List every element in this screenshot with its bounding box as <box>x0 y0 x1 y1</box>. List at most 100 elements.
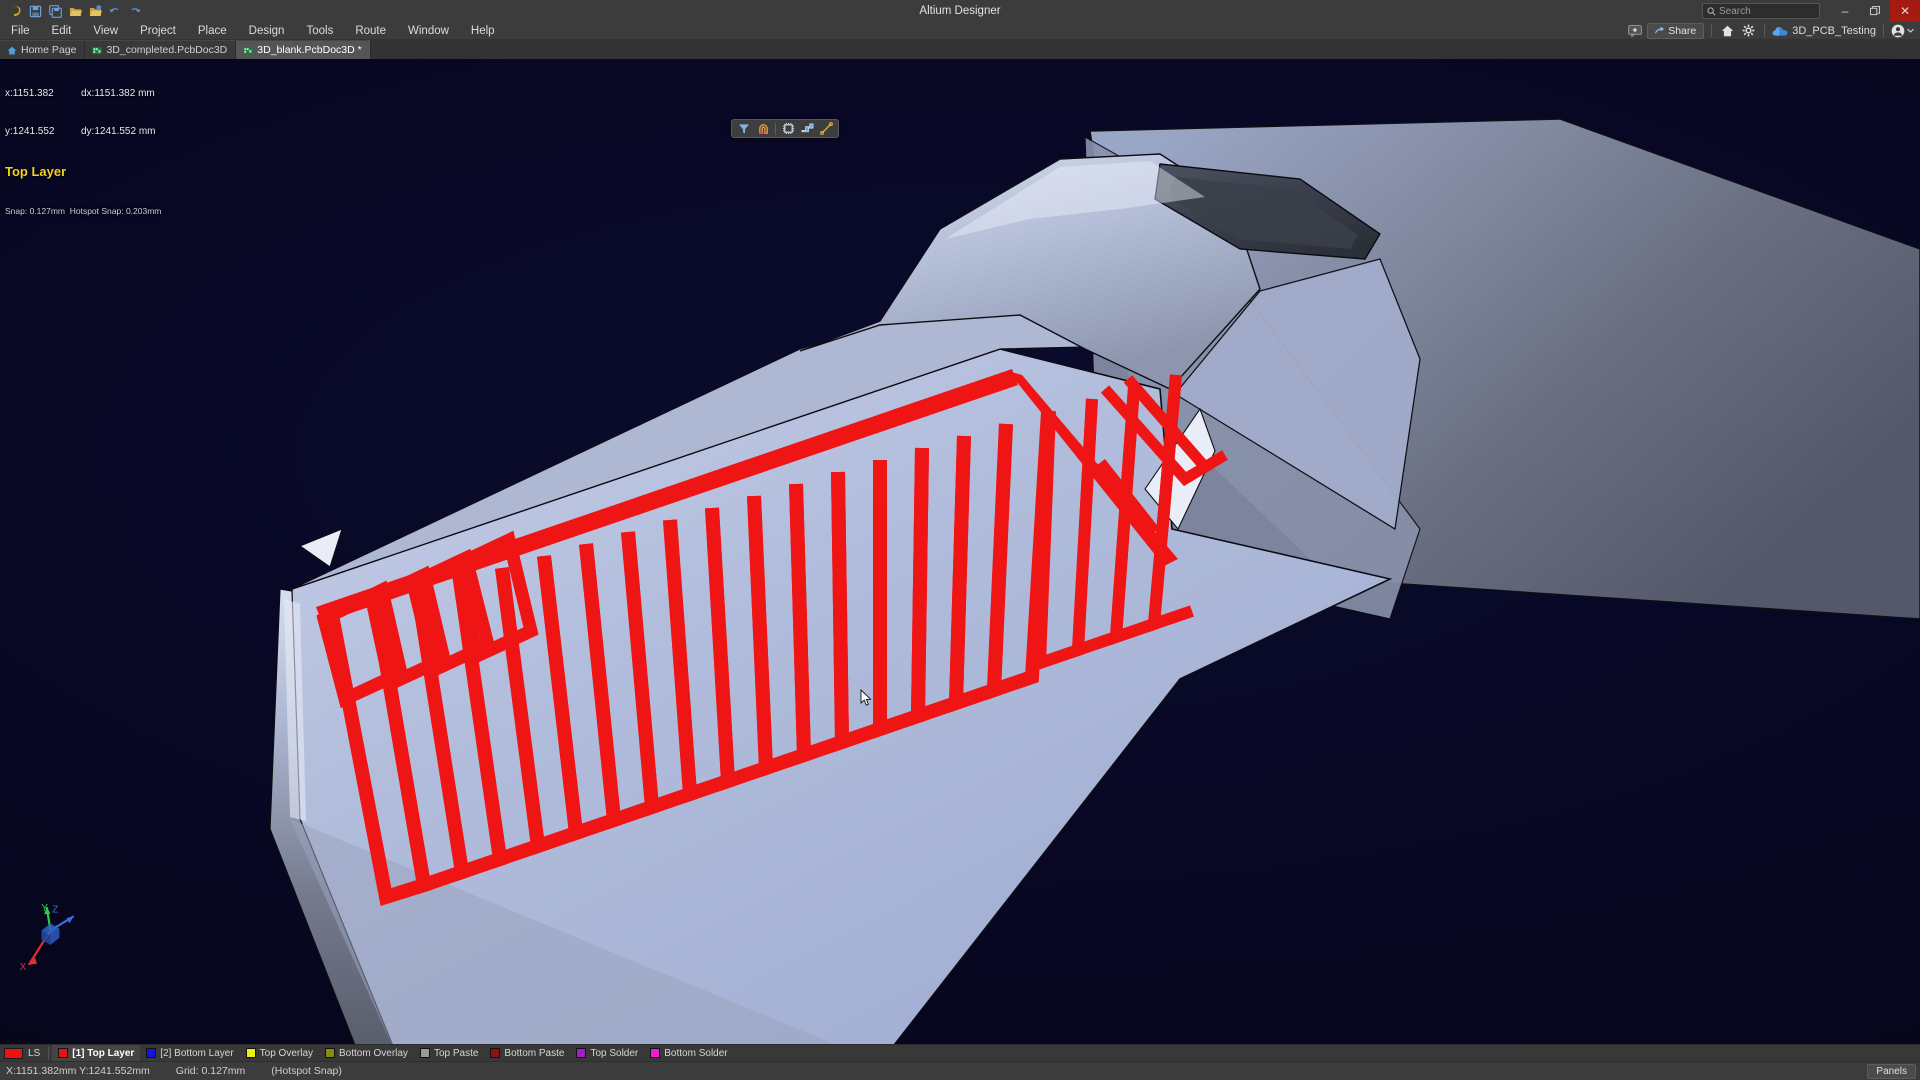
open-icon[interactable] <box>66 2 84 20</box>
tab-home-page[interactable]: Home Page <box>0 40 85 59</box>
menu-bar: File Edit View Project Place Design Tool… <box>0 22 1920 40</box>
save-icon[interactable] <box>26 2 44 20</box>
layer-tab-top-solder[interactable]: Top Solder <box>570 1045 644 1062</box>
share-button[interactable]: Share <box>1647 23 1704 39</box>
undo-icon[interactable] <box>106 2 124 20</box>
tab-3d-blank[interactable]: 3D_blank.PcbDoc3D * <box>236 40 370 59</box>
status-snap-mode: (Hotspot Snap) <box>271 1065 368 1077</box>
layer-color-chip <box>420 1048 430 1058</box>
axis-orientation-gizmo: Y Z X <box>18 900 90 972</box>
altium-logo-icon[interactable] <box>6 2 24 20</box>
share-label: Share <box>1668 25 1696 37</box>
layer-color-chip <box>650 1048 660 1058</box>
snap-magnet-icon[interactable] <box>754 121 772 137</box>
toolbar-divider <box>775 123 776 135</box>
axis-z-arrow <box>67 916 74 923</box>
layer-label: Top Paste <box>434 1048 478 1059</box>
search-input[interactable]: Search <box>1702 3 1820 19</box>
menu-edit[interactable]: Edit <box>41 22 83 40</box>
tab-label: 3D_blank.PcbDoc3D * <box>257 44 361 56</box>
polygon-icon[interactable] <box>798 121 816 137</box>
layer-color-chip <box>576 1048 586 1058</box>
active-layer-label: Top Layer <box>5 166 161 179</box>
menubar-divider-3 <box>1883 24 1884 37</box>
layer-color-chip <box>146 1048 156 1058</box>
menu-bar-right: Share 3D_PCB_Testing <box>1626 22 1920 39</box>
menu-tools[interactable]: Tools <box>295 22 344 40</box>
pcb-3d-model <box>0 59 1920 1044</box>
layer-label: Top Solder <box>590 1048 638 1059</box>
notifications-icon[interactable] <box>1626 22 1643 39</box>
workspace-name: 3D_PCB_Testing <box>1792 25 1876 37</box>
menu-view[interactable]: View <box>82 22 129 40</box>
account-icon <box>1891 24 1905 38</box>
menu-file[interactable]: File <box>0 22 41 40</box>
snap-floating-toolbar[interactable] <box>731 119 839 138</box>
menu-help[interactable]: Help <box>460 22 506 40</box>
layer-label: [1] Top Layer <box>72 1048 134 1059</box>
account-button[interactable] <box>1891 24 1914 38</box>
layer-color-chip <box>325 1048 335 1058</box>
title-bar: Altium Designer Search – ✕ <box>0 0 1920 22</box>
open-project-icon[interactable] <box>86 2 104 20</box>
axis-x-label: X <box>20 962 27 972</box>
minimize-button[interactable]: – <box>1830 0 1860 22</box>
search-placeholder-text: Search <box>1719 6 1751 17</box>
menu-window[interactable]: Window <box>397 22 460 40</box>
status-bar: X:1151.382mm Y:1241.552mm Grid: 0.127mm … <box>0 1061 1920 1080</box>
save-all-icon[interactable] <box>46 2 64 20</box>
layer-tab-top-paste[interactable]: Top Paste <box>414 1045 484 1062</box>
layer-tab-bottom-paste[interactable]: Bottom Paste <box>484 1045 570 1062</box>
layer-label: Bottom Solder <box>664 1048 727 1059</box>
status-coordinates: X:1151.382mm Y:1241.552mm <box>6 1065 176 1077</box>
pcb-3d-viewport[interactable]: x:1151.382 dx:1151.382 mm y:1241.552 dy:… <box>0 59 1920 1044</box>
home-icon[interactable] <box>1719 22 1736 39</box>
layer-tab-bottom-layer[interactable]: [2] Bottom Layer <box>140 1045 239 1062</box>
pcb3d-icon <box>92 46 102 55</box>
panels-button[interactable]: Panels <box>1867 1064 1916 1079</box>
menu-place[interactable]: Place <box>187 22 238 40</box>
layer-color-chip <box>490 1048 500 1058</box>
cursor-x: x:1151.382 <box>5 88 67 101</box>
window-controls-area: Search – ✕ <box>1702 0 1920 22</box>
filter-icon[interactable] <box>735 121 753 137</box>
mouse-cursor-icon <box>860 689 872 707</box>
tab-label: Home Page <box>21 44 76 56</box>
component-icon[interactable] <box>779 121 797 137</box>
layer-tab-top-layer[interactable]: [1] Top Layer <box>52 1045 140 1062</box>
menu-project[interactable]: Project <box>129 22 187 40</box>
cursor-dy: dy:1241.552 mm <box>81 126 156 139</box>
pcb3d-icon <box>243 46 253 55</box>
document-tab-bar: Home Page 3D_completed.PcbDoc3D 3D_blank… <box>0 40 1920 59</box>
menu-route[interactable]: Route <box>344 22 397 40</box>
layer-label: Top Overlay <box>260 1048 313 1059</box>
cursor-dx: dx:1151.382 mm <box>81 88 155 101</box>
tab-label: 3D_completed.PcbDoc3D <box>106 44 227 56</box>
layer-tab-top-overlay[interactable]: Top Overlay <box>240 1045 319 1062</box>
layer-sets-button[interactable]: LS <box>23 1048 45 1059</box>
redo-icon[interactable] <box>126 2 144 20</box>
menubar-divider-2 <box>1764 24 1765 37</box>
menu-design[interactable]: Design <box>238 22 296 40</box>
altium-designer-window: Altium Designer Search – ✕ File Edit Vie… <box>0 0 1920 1080</box>
tab-3d-completed[interactable]: 3D_completed.PcbDoc3D <box>85 40 236 59</box>
restore-button[interactable] <box>1860 0 1890 22</box>
window-title: Altium Designer <box>0 5 1920 17</box>
layer-label: Bottom Paste <box>504 1048 564 1059</box>
layer-label: [2] Bottom Layer <box>160 1048 233 1059</box>
share-arrow-icon <box>1655 26 1665 35</box>
close-button[interactable]: ✕ <box>1890 0 1920 22</box>
layer-tab-bottom-overlay[interactable]: Bottom Overlay <box>319 1045 414 1062</box>
ls-color-swatch[interactable] <box>4 1048 23 1059</box>
menubar-divider-1 <box>1711 24 1712 37</box>
workspace-chip[interactable]: 3D_PCB_Testing <box>1772 25 1876 37</box>
layer-color-chip <box>58 1048 68 1058</box>
layer-tab-bottom-solder[interactable]: Bottom Solder <box>644 1045 733 1062</box>
axis-z-label: Z <box>52 905 58 916</box>
search-icon <box>1707 7 1716 16</box>
gear-icon[interactable] <box>1740 22 1757 39</box>
status-grid: Grid: 0.127mm <box>176 1065 271 1077</box>
quick-access-toolbar <box>0 2 144 20</box>
route-vertex-icon[interactable] <box>817 121 835 137</box>
snap-info-label: Snap: 0.127mm Hotspot Snap: 0.203mm <box>5 205 161 218</box>
